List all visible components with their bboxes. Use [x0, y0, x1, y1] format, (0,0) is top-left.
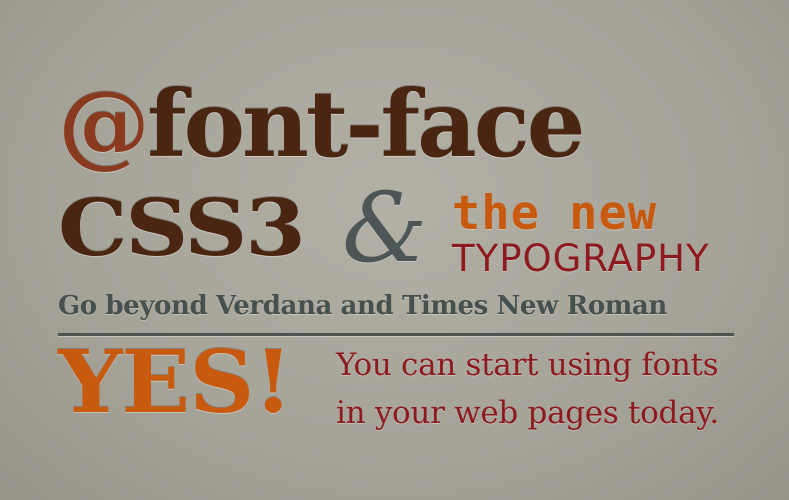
the-new-label: the new	[452, 186, 658, 241]
headline-font-face: font-face	[147, 70, 585, 178]
yes-label: YES!	[58, 332, 293, 433]
at-symbol: @	[58, 70, 150, 178]
css3-label: CSS3	[58, 183, 306, 274]
message-line-1: You can start using fonts	[336, 347, 719, 383]
ampersand: &	[342, 172, 428, 284]
typography-label: TYPOGRAPHY	[452, 237, 710, 280]
headline: @font-face	[58, 78, 585, 170]
font-face-banner: @font-face CSS3 & the new TYPOGRAPHY Go …	[0, 0, 789, 500]
tagline: Go beyond Verdana and Times New Roman	[58, 291, 667, 321]
message-line-2: in your web pages today.	[336, 395, 719, 431]
